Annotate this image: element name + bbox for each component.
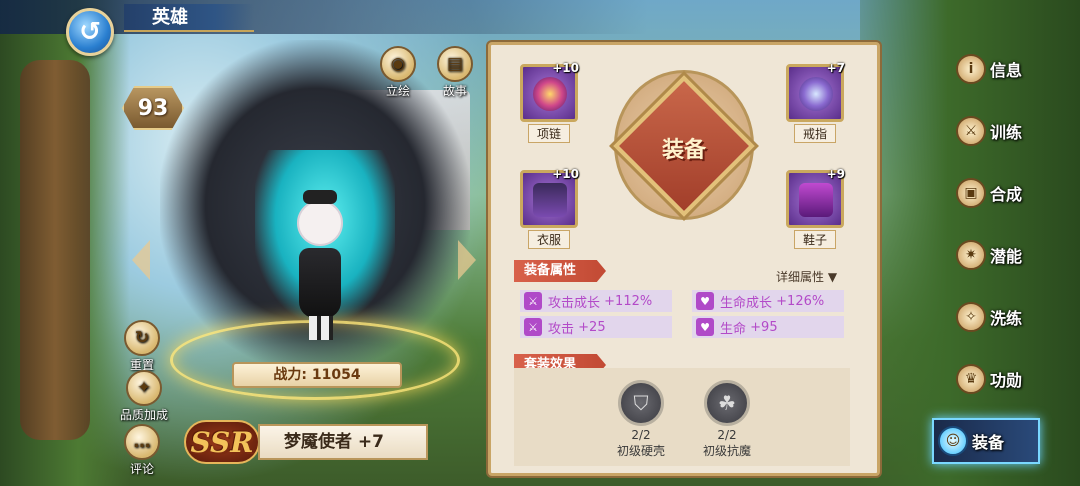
slot-ring[interactable]: +7 戒指 bbox=[780, 61, 850, 143]
hero-head bbox=[297, 200, 343, 246]
tab-label: 功勋 bbox=[990, 371, 1023, 390]
book-icon: ▤ bbox=[437, 46, 473, 82]
sword-icon: ⚔ bbox=[524, 292, 542, 310]
ring-icon bbox=[799, 77, 833, 111]
necklace-label: 项链 bbox=[527, 124, 570, 143]
hero-body bbox=[299, 248, 341, 318]
tab-merit[interactable]: ♛ 功勋 bbox=[952, 356, 1052, 402]
rarity-badge: SSR bbox=[184, 420, 260, 464]
stat-attack-growth: ⚔ 攻击成长 +112% bbox=[520, 290, 672, 312]
hero-hat bbox=[303, 190, 337, 204]
detail-attributes-link[interactable]: 详细属性 ▼ bbox=[776, 268, 837, 285]
tab-label: 信息 bbox=[990, 61, 1023, 80]
story-label: 故事 bbox=[442, 84, 467, 98]
next-hero-arrow[interactable] bbox=[458, 240, 476, 280]
necklace-level: +10 bbox=[552, 61, 579, 75]
merit-icon: ♛ bbox=[956, 364, 986, 394]
tab-training[interactable]: ⚔ 训练 bbox=[952, 108, 1052, 154]
reset-button[interactable]: ↻ 重置 bbox=[124, 320, 160, 373]
tab-label: 潜能 bbox=[990, 247, 1023, 266]
clothes-label: 衣服 bbox=[527, 230, 570, 249]
ring-item: +7 bbox=[786, 61, 845, 122]
reset-icon: ↻ bbox=[124, 320, 160, 356]
clothes-item: +10 bbox=[520, 167, 579, 228]
set-count: 2/2 bbox=[631, 428, 651, 442]
ring-label: 戒指 bbox=[793, 124, 836, 143]
set-effect-anti-magic[interactable]: ☘ 2/2 初级抗魔 bbox=[682, 380, 772, 459]
hero-legs bbox=[309, 316, 333, 340]
back-button[interactable]: ↺ bbox=[66, 8, 114, 56]
stat-value: +112% bbox=[604, 293, 653, 309]
sword-icon: ⚔ bbox=[524, 318, 542, 336]
chevron-down-icon: ▼ bbox=[827, 270, 838, 284]
clothes-icon bbox=[533, 183, 567, 217]
attributes-title: 装备属性 bbox=[514, 260, 606, 282]
stat-label: 生命 bbox=[720, 321, 747, 337]
slot-shoes[interactable]: +9 鞋子 bbox=[780, 167, 850, 249]
quality-icon: ✦ bbox=[126, 370, 162, 406]
stat-label: 攻击成长 bbox=[548, 295, 601, 311]
stat-label: 生命成长 bbox=[720, 295, 773, 311]
comment-icon: … bbox=[124, 424, 160, 460]
tab-label: 训练 bbox=[990, 123, 1023, 142]
shoes-level: +9 bbox=[826, 167, 845, 181]
comment-button[interactable]: … 评论 bbox=[124, 424, 160, 477]
training-icon: ⚔ bbox=[956, 116, 986, 146]
shoes-label: 鞋子 bbox=[793, 230, 836, 249]
quality-bonus-button[interactable]: ✦ 品质加成 bbox=[120, 370, 168, 423]
back-icon: ↺ bbox=[79, 17, 101, 47]
story-button[interactable]: ▤ 故事 bbox=[437, 46, 473, 99]
set-name: 初级硬壳 bbox=[616, 444, 665, 458]
portrait-label: 立绘 bbox=[385, 84, 410, 98]
stat-hp-growth: ♥ 生命成长 +126% bbox=[692, 290, 844, 312]
triquetra-icon: ☘ bbox=[704, 380, 750, 426]
hero-name: 梦魇使者 +7 bbox=[258, 424, 428, 460]
stat-value: +25 bbox=[578, 319, 606, 335]
heart-icon: ♥ bbox=[696, 318, 714, 336]
tab-label: 合成 bbox=[990, 185, 1023, 204]
tab-potential[interactable]: ✷ 潜能 bbox=[952, 232, 1052, 278]
stat-attack: ⚔ 攻击 +25 bbox=[520, 316, 672, 338]
tab-refine[interactable]: ✧ 洗练 bbox=[952, 294, 1052, 340]
slot-necklace[interactable]: +10 项链 bbox=[514, 61, 584, 143]
equipment-icon: ☺ bbox=[938, 426, 968, 456]
comment-label: 评论 bbox=[129, 462, 154, 476]
tab-label: 装备 bbox=[972, 433, 1005, 452]
set-count: 2/2 bbox=[717, 428, 737, 442]
tab-info[interactable]: i 信息 bbox=[952, 46, 1052, 92]
detail-attributes-label: 详细属性 bbox=[776, 270, 825, 284]
stat-label: 攻击 bbox=[548, 321, 575, 337]
eye-icon: ◉ bbox=[380, 46, 416, 82]
equipment-title: 装备 bbox=[661, 138, 706, 163]
hero-power: 战力: 11054 bbox=[232, 362, 402, 388]
clothes-level: +10 bbox=[552, 167, 579, 181]
shoes-item: +9 bbox=[786, 167, 845, 228]
info-icon: i bbox=[956, 54, 986, 84]
potential-icon: ✷ bbox=[956, 240, 986, 270]
quality-bonus-label: 品质加成 bbox=[120, 408, 169, 422]
refine-icon: ✧ bbox=[956, 302, 986, 332]
prev-hero-arrow[interactable] bbox=[132, 240, 150, 280]
set-effect-hard-shell[interactable]: ⛉ 2/2 初级硬壳 bbox=[596, 380, 686, 459]
tab-equipment[interactable]: ☺ 装备 bbox=[932, 418, 1040, 464]
heart-icon: ♥ bbox=[696, 292, 714, 310]
stat-value: +126% bbox=[776, 293, 825, 309]
hero-character[interactable] bbox=[285, 190, 355, 340]
necklace-item: +10 bbox=[520, 61, 579, 122]
ring-level: +7 bbox=[826, 61, 845, 75]
tab-label: 洗练 bbox=[990, 309, 1023, 328]
shoes-icon bbox=[799, 183, 833, 217]
necklace-icon bbox=[533, 77, 567, 111]
background-tree bbox=[20, 60, 90, 440]
stat-hp: ♥ 生命 +95 bbox=[692, 316, 844, 338]
tab-synthesis[interactable]: ▣ 合成 bbox=[952, 170, 1052, 216]
slot-clothes[interactable]: +10 衣服 bbox=[514, 167, 584, 249]
portrait-button[interactable]: ◉ 立绘 bbox=[380, 46, 416, 99]
set-name: 初级抗魔 bbox=[702, 444, 751, 458]
stat-value: +95 bbox=[750, 319, 778, 335]
shield-icon: ⛉ bbox=[618, 380, 664, 426]
synthesis-icon: ▣ bbox=[956, 178, 986, 208]
equipment-emblem: 装备 bbox=[588, 66, 780, 226]
page-title: 英雄 bbox=[124, 4, 254, 32]
